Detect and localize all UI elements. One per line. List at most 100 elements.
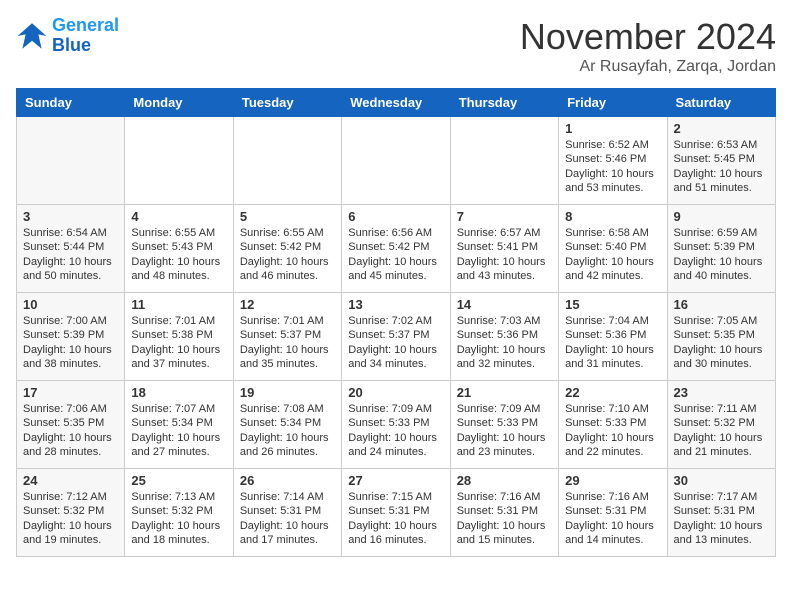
calendar-cell: 16Sunrise: 7:05 AMSunset: 5:35 PMDayligh… — [667, 293, 775, 381]
cell-info-line: and 32 minutes. — [457, 357, 552, 371]
cell-info-line: Sunrise: 7:08 AM — [240, 402, 335, 416]
title-area: November 2024 Ar Rusayfah, Zarqa, Jordan — [520, 16, 776, 76]
cell-info-line: and 26 minutes. — [240, 445, 335, 459]
cell-info-line: and 50 minutes. — [23, 269, 118, 283]
cell-info-line: Sunset: 5:34 PM — [131, 416, 226, 430]
cell-info-line: and 28 minutes. — [23, 445, 118, 459]
cell-info-line: and 23 minutes. — [457, 445, 552, 459]
calendar-week-row: 10Sunrise: 7:00 AMSunset: 5:39 PMDayligh… — [17, 293, 776, 381]
cell-info-line: Sunset: 5:31 PM — [240, 504, 335, 518]
day-number: 14 — [457, 297, 552, 312]
calendar-week-row: 17Sunrise: 7:06 AMSunset: 5:35 PMDayligh… — [17, 381, 776, 469]
calendar-cell: 29Sunrise: 7:16 AMSunset: 5:31 PMDayligh… — [559, 469, 667, 557]
cell-info-line: and 42 minutes. — [565, 269, 660, 283]
calendar-cell: 5Sunrise: 6:55 AMSunset: 5:42 PMDaylight… — [233, 205, 341, 293]
logo-text: General Blue — [52, 16, 119, 56]
cell-info-line: Sunset: 5:42 PM — [240, 240, 335, 254]
cell-info-line: Sunrise: 6:52 AM — [565, 138, 660, 152]
cell-info-line: Sunset: 5:40 PM — [565, 240, 660, 254]
calendar-cell: 6Sunrise: 6:56 AMSunset: 5:42 PMDaylight… — [342, 205, 450, 293]
location: Ar Rusayfah, Zarqa, Jordan — [520, 58, 776, 76]
day-number: 13 — [348, 297, 443, 312]
day-number: 28 — [457, 473, 552, 488]
cell-info-line: Sunrise: 7:01 AM — [240, 314, 335, 328]
cell-info-line: Daylight: 10 hours — [131, 255, 226, 269]
cell-info-line: Sunset: 5:43 PM — [131, 240, 226, 254]
cell-info-line: Daylight: 10 hours — [23, 519, 118, 533]
cell-info-line: and 14 minutes. — [565, 533, 660, 547]
day-number: 5 — [240, 209, 335, 224]
cell-info-line: Daylight: 10 hours — [23, 431, 118, 445]
cell-info-line: and 46 minutes. — [240, 269, 335, 283]
day-number: 8 — [565, 209, 660, 224]
cell-info-line: and 38 minutes. — [23, 357, 118, 371]
cell-info-line: Daylight: 10 hours — [674, 167, 769, 181]
calendar-cell: 15Sunrise: 7:04 AMSunset: 5:36 PMDayligh… — [559, 293, 667, 381]
cell-info-line: and 13 minutes. — [674, 533, 769, 547]
cell-info-line: Sunrise: 6:56 AM — [348, 226, 443, 240]
weekday-header-monday: Monday — [125, 89, 233, 117]
calendar-cell: 4Sunrise: 6:55 AMSunset: 5:43 PMDaylight… — [125, 205, 233, 293]
cell-info-line: Sunrise: 7:10 AM — [565, 402, 660, 416]
day-number: 10 — [23, 297, 118, 312]
cell-info-line: Sunrise: 7:07 AM — [131, 402, 226, 416]
calendar-cell — [342, 117, 450, 205]
day-number: 9 — [674, 209, 769, 224]
day-number: 30 — [674, 473, 769, 488]
cell-info-line: Daylight: 10 hours — [565, 167, 660, 181]
calendar-cell: 26Sunrise: 7:14 AMSunset: 5:31 PMDayligh… — [233, 469, 341, 557]
day-number: 25 — [131, 473, 226, 488]
cell-info-line: Sunrise: 7:09 AM — [348, 402, 443, 416]
cell-info-line: Daylight: 10 hours — [565, 343, 660, 357]
cell-info-line: Daylight: 10 hours — [457, 519, 552, 533]
calendar-cell: 3Sunrise: 6:54 AMSunset: 5:44 PMDaylight… — [17, 205, 125, 293]
cell-info-line: Sunset: 5:36 PM — [457, 328, 552, 342]
weekday-header-tuesday: Tuesday — [233, 89, 341, 117]
calendar-cell: 28Sunrise: 7:16 AMSunset: 5:31 PMDayligh… — [450, 469, 558, 557]
cell-info-line: Sunrise: 7:01 AM — [131, 314, 226, 328]
cell-info-line: and 30 minutes. — [674, 357, 769, 371]
cell-info-line: Sunrise: 7:06 AM — [23, 402, 118, 416]
day-number: 4 — [131, 209, 226, 224]
cell-info-line: Sunset: 5:45 PM — [674, 152, 769, 166]
cell-info-line: Sunset: 5:35 PM — [23, 416, 118, 430]
day-number: 17 — [23, 385, 118, 400]
cell-info-line: Sunset: 5:37 PM — [348, 328, 443, 342]
cell-info-line: and 17 minutes. — [240, 533, 335, 547]
cell-info-line: Sunrise: 6:53 AM — [674, 138, 769, 152]
day-number: 26 — [240, 473, 335, 488]
month-title: November 2024 — [520, 16, 776, 58]
cell-info-line: Sunrise: 6:58 AM — [565, 226, 660, 240]
cell-info-line: Sunset: 5:44 PM — [23, 240, 118, 254]
cell-info-line: Sunset: 5:32 PM — [23, 504, 118, 518]
calendar-cell: 30Sunrise: 7:17 AMSunset: 5:31 PMDayligh… — [667, 469, 775, 557]
cell-info-line: Sunset: 5:42 PM — [348, 240, 443, 254]
weekday-header-sunday: Sunday — [17, 89, 125, 117]
day-number: 1 — [565, 121, 660, 136]
calendar-week-row: 3Sunrise: 6:54 AMSunset: 5:44 PMDaylight… — [17, 205, 776, 293]
day-number: 21 — [457, 385, 552, 400]
cell-info-line: Daylight: 10 hours — [240, 343, 335, 357]
logo: General Blue — [16, 16, 119, 56]
cell-info-line: Daylight: 10 hours — [23, 255, 118, 269]
cell-info-line: Daylight: 10 hours — [674, 255, 769, 269]
cell-info-line: Sunset: 5:33 PM — [457, 416, 552, 430]
cell-info-line: and 43 minutes. — [457, 269, 552, 283]
cell-info-line: and 51 minutes. — [674, 181, 769, 195]
cell-info-line: Sunrise: 6:59 AM — [674, 226, 769, 240]
cell-info-line: Daylight: 10 hours — [348, 255, 443, 269]
cell-info-line: Sunrise: 6:54 AM — [23, 226, 118, 240]
cell-info-line: Daylight: 10 hours — [674, 519, 769, 533]
cell-info-line: and 21 minutes. — [674, 445, 769, 459]
calendar-cell — [233, 117, 341, 205]
cell-info-line: Sunrise: 7:17 AM — [674, 490, 769, 504]
calendar-cell: 24Sunrise: 7:12 AMSunset: 5:32 PMDayligh… — [17, 469, 125, 557]
day-number: 18 — [131, 385, 226, 400]
weekday-header-wednesday: Wednesday — [342, 89, 450, 117]
cell-info-line: and 34 minutes. — [348, 357, 443, 371]
cell-info-line: Daylight: 10 hours — [565, 431, 660, 445]
cell-info-line: Sunrise: 7:04 AM — [565, 314, 660, 328]
cell-info-line: Daylight: 10 hours — [348, 519, 443, 533]
cell-info-line: Sunset: 5:32 PM — [674, 416, 769, 430]
cell-info-line: Sunrise: 7:09 AM — [457, 402, 552, 416]
